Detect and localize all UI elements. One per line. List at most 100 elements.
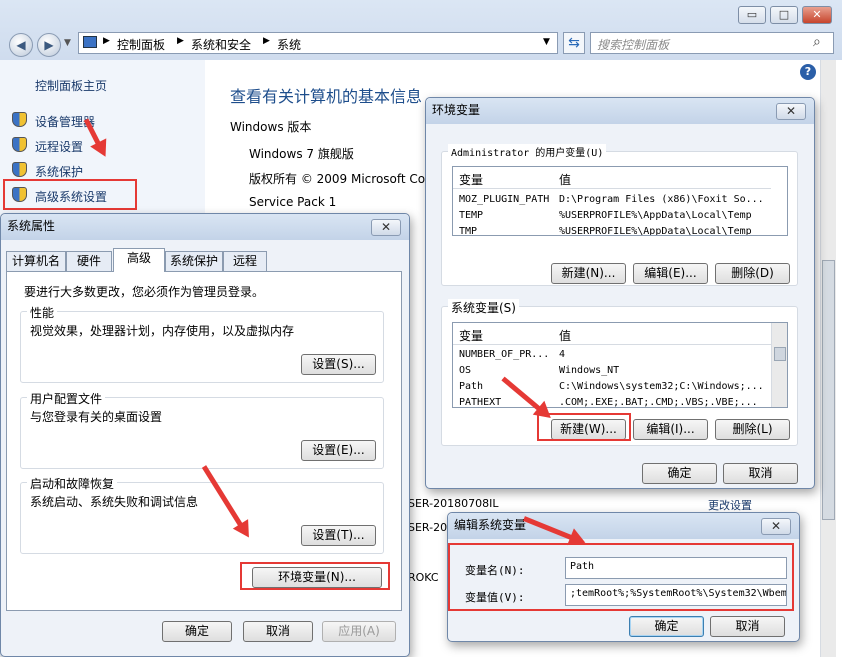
list-header: 变量 值	[453, 167, 771, 189]
dialog-title: 环境变量	[432, 103, 481, 117]
sidebar-item-system-protection[interactable]: 系统保护	[35, 163, 83, 180]
var-name: TEMP	[459, 210, 484, 221]
cancel-button[interactable]: 取消	[723, 463, 798, 484]
user-new-button[interactable]: 新建(N)...	[551, 263, 626, 284]
list-item[interactable]: Path C:\Windows\system32;C:\Windows;...	[453, 379, 771, 395]
windows-edition-label: Windows 版本	[230, 120, 312, 134]
change-settings-link[interactable]: 更改设置	[708, 497, 752, 513]
var-value: %USERPROFILE%\AppData\Local\Temp	[559, 210, 752, 221]
close-icon[interactable]: ✕	[761, 518, 791, 535]
var-name: OS	[459, 365, 472, 376]
close-icon[interactable]: ✕	[776, 103, 806, 120]
system-variables-list[interactable]: 变量 值 NUMBER_OF_PR... 4 OS Windows_NT Path C…	[452, 322, 788, 408]
system-edit-button[interactable]: 编辑(I)...	[633, 419, 708, 440]
history-dropdown-icon[interactable]: ▼	[64, 38, 71, 48]
dialog-title: 编辑系统变量	[454, 518, 527, 532]
list-scrollbar[interactable]	[771, 323, 787, 407]
column-value[interactable]: 值	[559, 327, 571, 344]
forward-arrow-icon[interactable]: ▶	[37, 33, 61, 57]
var-value: D:\Program Files (x86)\Foxit So...	[559, 194, 764, 205]
window-close-button[interactable]: ✕	[802, 6, 832, 24]
performance-desc: 视觉效果，处理器计划，内存使用，以及虚拟内存	[30, 324, 295, 338]
profiles-settings-button[interactable]: 设置(E)...	[301, 440, 376, 461]
system-delete-button[interactable]: 删除(L)	[715, 419, 790, 440]
ok-button[interactable]: 确定	[642, 463, 717, 484]
user-variables-list[interactable]: 变量 值 MOZ_PLUGIN_PATH D:\Program Files (x8…	[452, 166, 788, 236]
chevron-right-icon: ▶	[103, 36, 110, 46]
maximize-button[interactable]: □	[770, 6, 798, 24]
var-name: MOZ_PLUGIN_PATH	[459, 194, 550, 205]
startup-recovery-group: 启动和故障恢复 系统启动、系统失败和调试信息 设置(T)...	[20, 475, 384, 554]
list-item[interactable]: NUMBER_OF_PR... 4	[453, 347, 771, 363]
address-dropdown-icon[interactable]: ▼	[543, 37, 550, 47]
refresh-icon[interactable]: ⇆	[563, 32, 585, 54]
var-name: PATHEXT	[459, 397, 502, 408]
search-input[interactable]: 搜索控制面板 ⌕	[590, 32, 834, 54]
shield-icon	[12, 162, 27, 177]
user-profiles-group: 用户配置文件 与您登录有关的桌面设置 设置(E)...	[20, 390, 384, 469]
list-item[interactable]: TMP %USERPROFILE%\AppData\Local\Temp	[453, 224, 771, 236]
cancel-button[interactable]: 取消	[243, 621, 313, 642]
tab-system-protection[interactable]: 系统保护	[165, 251, 223, 271]
sidebar-home-link[interactable]: 控制面板主页	[35, 77, 107, 94]
list-item[interactable]: MOZ_PLUGIN_PATH D:\Program Files (x86)\Fo…	[453, 192, 771, 208]
ok-button[interactable]: 确定	[162, 621, 232, 642]
var-value: C:\Windows\system32;C:\Windows;...	[559, 381, 764, 392]
var-name: Path	[459, 381, 484, 392]
column-variable[interactable]: 变量	[459, 171, 483, 188]
computer-fullname-text: SER-20	[408, 521, 448, 534]
var-value: Windows_NT	[559, 365, 620, 376]
startup-settings-button[interactable]: 设置(T)...	[301, 525, 376, 546]
apply-button[interactable]: 应用(A)	[322, 621, 396, 642]
breadcrumb-system-security[interactable]: 系统和安全	[191, 36, 251, 53]
minimize-button[interactable]: ▭	[738, 6, 766, 24]
list-item[interactable]: PATHEXT .COM;.EXE;.BAT;.CMD;.VBS;.VBE;...	[453, 395, 771, 408]
group-label: 启动和故障恢复	[27, 475, 118, 492]
breadcrumb-system[interactable]: 系统	[277, 36, 301, 53]
tab-remote[interactable]: 远程	[223, 251, 267, 271]
workgroup-text: ROKC	[408, 571, 439, 584]
list-item[interactable]: OS Windows_NT	[453, 363, 771, 379]
shield-icon	[12, 137, 27, 152]
tab-advanced[interactable]: 高级	[113, 248, 165, 272]
cancel-button[interactable]: 取消	[710, 616, 785, 637]
main-scrollbar[interactable]	[820, 60, 836, 657]
help-icon[interactable]: ?	[800, 64, 816, 80]
startup-desc: 系统启动、系统失败和调试信息	[30, 495, 199, 509]
search-icon[interactable]: ⌕	[813, 34, 821, 50]
list-header: 变量 值	[453, 323, 771, 345]
chevron-right-icon: ▶	[263, 36, 270, 46]
scroll-thumb[interactable]	[774, 347, 786, 361]
tab-hardware[interactable]: 硬件	[66, 251, 112, 271]
user-edit-button[interactable]: 编辑(E)...	[633, 263, 708, 284]
user-variables-group: Administrator 的用户变量(U) 变量 值 MOZ_PLUGIN_P…	[441, 144, 798, 286]
admin-note: 要进行大多数更改，您必须作为管理员登录。	[24, 285, 265, 299]
highlight-box	[240, 562, 390, 590]
tab-computer-name[interactable]: 计算机名	[6, 251, 66, 271]
performance-group: 性能 视觉效果，处理器计划，内存使用，以及虚拟内存 设置(S)...	[20, 304, 384, 383]
search-placeholder: 搜索控制面板	[597, 38, 670, 52]
back-arrow-icon[interactable]: ◀	[9, 33, 33, 57]
address-bar[interactable]: ▶ 控制面板 ▶ 系统和安全 ▶ 系统 ▼	[78, 32, 558, 54]
group-label: 性能	[27, 304, 58, 321]
var-value: %USERPROFILE%\AppData\Local\Temp	[559, 226, 752, 236]
chevron-right-icon: ▶	[177, 36, 184, 46]
scroll-thumb[interactable]	[822, 260, 835, 520]
highlight-box	[3, 179, 137, 210]
column-variable[interactable]: 变量	[459, 327, 483, 344]
dialog-title-bar: 编辑系统变量	[448, 513, 799, 539]
var-value: .COM;.EXE;.BAT;.CMD;.VBS;.VBE;...	[559, 397, 758, 408]
service-pack-text: Service Pack 1	[249, 195, 337, 209]
list-item[interactable]: TEMP %USERPROFILE%\AppData\Local\Temp	[453, 208, 771, 224]
sidebar-item-remote-settings[interactable]: 远程设置	[35, 138, 83, 155]
breadcrumb-control-panel[interactable]: 控制面板	[117, 36, 165, 53]
edition-value: Windows 7 旗舰版	[249, 147, 354, 161]
dialog-title: 系统属性	[7, 219, 56, 233]
user-delete-button[interactable]: 删除(D)	[715, 263, 790, 284]
performance-settings-button[interactable]: 设置(S)...	[301, 354, 376, 375]
var-name: NUMBER_OF_PR...	[459, 349, 550, 360]
ok-button[interactable]: 确定	[629, 616, 704, 637]
var-value: 4	[559, 349, 566, 360]
close-icon[interactable]: ✕	[371, 219, 401, 236]
column-value[interactable]: 值	[559, 171, 571, 188]
